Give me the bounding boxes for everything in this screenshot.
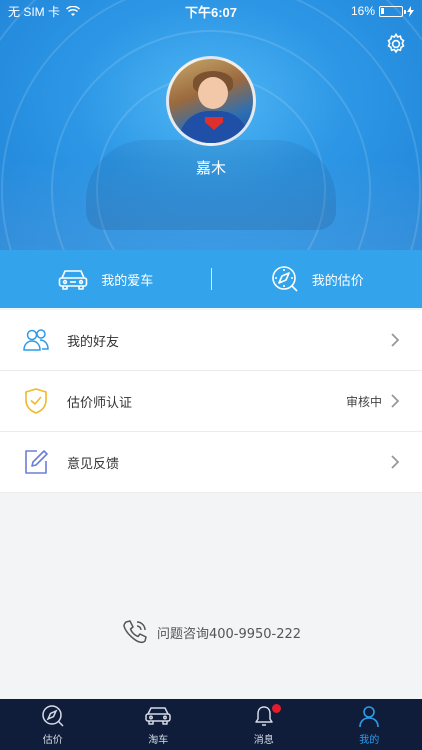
menu-item-friends[interactable]: 我的好友 (0, 310, 422, 371)
my-car-label: 我的爱车 (101, 273, 154, 289)
chevron-right-icon (391, 455, 400, 469)
menu-item-label: 我的好友 (67, 334, 120, 350)
my-valuation-label: 我的估价 (311, 273, 364, 289)
support-hotline-text: 问题咨询400-9950-222 (156, 626, 302, 642)
friends-icon (22, 326, 50, 354)
menu-item-appraiser-certification[interactable]: 估价师认证 审核中 (0, 371, 422, 432)
tab-label: 估价 (42, 734, 63, 746)
edit-feedback-icon (22, 448, 50, 476)
tab-valuation[interactable]: 估价 (0, 699, 106, 750)
bell-icon-wrapper (252, 703, 281, 728)
tab-label: 我的 (359, 734, 380, 746)
quick-actions-bar: 我的爱车 我的估价 (0, 250, 422, 308)
tab-label: 淘车 (148, 734, 169, 746)
battery-level-fill (381, 7, 384, 14)
tab-buy-car[interactable]: 淘车 (106, 699, 212, 750)
status-time: 下午6:07 (184, 4, 238, 20)
notification-badge (271, 703, 281, 713)
my-car-button[interactable]: 我的爱车 (0, 267, 211, 291)
menu-item-label: 估价师认证 (67, 395, 133, 411)
tab-profile[interactable]: 我的 (317, 699, 422, 750)
my-valuation-button[interactable]: 我的估价 (212, 264, 422, 294)
profile-screen: 无 SIM 卡 下午6:07 16% 嘉木 我的爱车 我的估价 我的好友 估价师… (0, 0, 422, 750)
chevron-right-icon (391, 394, 400, 408)
menu-item-label: 意见反馈 (67, 456, 120, 472)
menu-item-feedback[interactable]: 意见反馈 (0, 432, 422, 493)
bottom-tab-bar: 估价 淘车 消息 我的 (0, 699, 422, 750)
certification-status: 审核中 (345, 394, 382, 409)
car-icon (145, 706, 171, 725)
username: 嘉木 (195, 159, 226, 177)
car-icon (58, 270, 88, 290)
status-bar: 无 SIM 卡 下午6:07 16% (0, 0, 422, 22)
avatar[interactable] (166, 56, 256, 146)
tab-label: 消息 (253, 734, 274, 746)
valuation-compass-icon (271, 266, 298, 292)
tab-messages[interactable]: 消息 (211, 699, 317, 750)
battery-icon (379, 5, 406, 17)
support-hotline[interactable]: 问题咨询400-9950-222 (0, 618, 422, 646)
chevron-right-icon (391, 333, 400, 347)
settings-menu-list: 我的好友 估价师认证 审核中 意见反馈 (0, 310, 422, 493)
phone-icon (123, 620, 147, 644)
avatar-photo-face (198, 77, 228, 109)
settings-gear-icon[interactable] (384, 32, 408, 56)
compass-icon (42, 704, 64, 727)
shield-check-icon (22, 387, 50, 415)
person-icon (359, 705, 380, 727)
